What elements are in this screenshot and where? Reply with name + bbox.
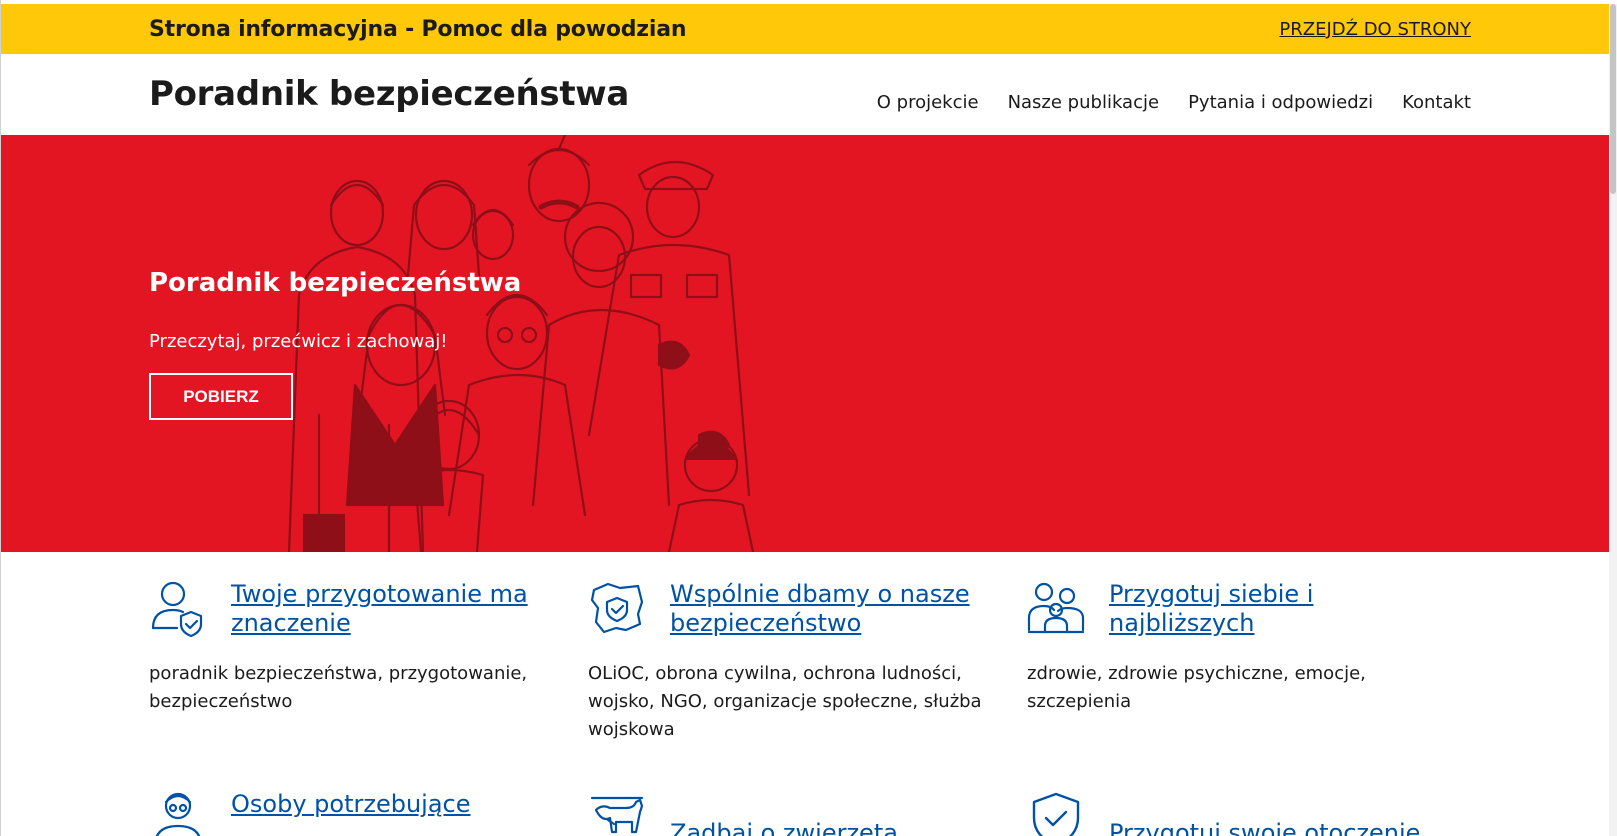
card-tags: OLiOC, obrona cywilna, ochrona ludności,… — [588, 663, 982, 740]
card-title-link[interactable]: Zadbaj o zwierzęta — [670, 819, 898, 836]
card-title-link[interactable]: Wspólnie dbamy o nasze bezpieczeństwo — [670, 580, 1008, 638]
download-button[interactable]: POBIERZ — [149, 373, 293, 420]
shield-check-icon — [1032, 792, 1080, 836]
card-tags: zdrowie, zdrowie psychiczne, emocje, szc… — [1027, 663, 1366, 712]
info-banner: Strona informacyjna - Pomoc dla powodzia… — [1, 4, 1616, 54]
cow-icon — [590, 796, 644, 834]
go-to-site-link[interactable]: PRZEJDŹ DO STRONY — [1279, 19, 1471, 40]
site-header: Poradnik bezpieczeństwa O projekcie Nasz… — [1, 54, 1616, 135]
poland-map-shield-icon — [590, 582, 644, 634]
card-wspolnie: Wspólnie dbamy o nasze bezpieczeństwo OL… — [588, 580, 1008, 744]
card-title-link[interactable]: Twoje przygotowanie ma znaczenie — [231, 580, 569, 638]
card-title-link[interactable]: Osoby potrzebujące — [231, 790, 470, 819]
nav-item-o-projekcie[interactable]: O projekcie — [877, 92, 979, 113]
card-zwierzeta: Zadbaj o zwierzęta — [588, 790, 1008, 836]
card-otoczenie: Przygotuj swoje otoczenie — [1027, 790, 1447, 836]
page-scrollbar[interactable] — [1609, 4, 1617, 836]
nav-item-publikacje[interactable]: Nasze publikacje — [1008, 92, 1160, 113]
person-shield-icon — [151, 581, 203, 638]
card-przygotowanie: Twoje przygotowanie ma znaczenie poradni… — [149, 580, 569, 716]
scrollbar-thumb[interactable] — [1610, 4, 1616, 194]
hero-title: Poradnik bezpieczeństwa — [149, 268, 522, 298]
elderly-person-icon — [155, 792, 201, 836]
card-title-link[interactable]: Przygotuj swoje otoczenie — [1109, 819, 1420, 836]
site-logo[interactable]: Poradnik bezpieczeństwa — [149, 74, 629, 114]
main-nav: O projekcie Nasze publikacje Pytania i o… — [877, 92, 1471, 113]
nav-item-kontakt[interactable]: Kontakt — [1402, 92, 1471, 113]
info-banner-title: Strona informacyjna - Pomoc dla powodzia… — [149, 16, 687, 42]
card-tags: poradnik bezpieczeństwa, przygotowanie, … — [149, 663, 528, 712]
page: Strona informacyjna - Pomoc dla powodzia… — [0, 0, 1617, 836]
nav-item-pytania[interactable]: Pytania i odpowiedzi — [1188, 92, 1373, 113]
card-najblizsi: Przygotuj siebie i najbliższych zdrowie,… — [1027, 580, 1447, 716]
card-title-link[interactable]: Przygotuj siebie i najbliższych — [1109, 580, 1447, 638]
family-icon — [1027, 582, 1085, 634]
hero-subtitle: Przeczytaj, przećwicz i zachowaj! — [149, 331, 448, 352]
card-osoby: Osoby potrzebujące — [149, 790, 569, 836]
hero-banner: Poradnik bezpieczeństwa Przeczytaj, prze… — [1, 135, 1616, 552]
